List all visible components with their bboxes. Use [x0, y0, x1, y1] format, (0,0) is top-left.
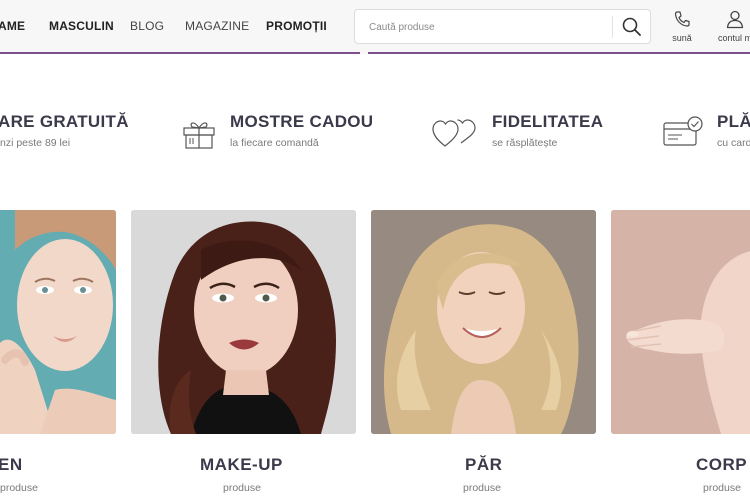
category-image-makeup[interactable]	[131, 210, 356, 434]
category-image-hair[interactable]	[371, 210, 596, 434]
phone-icon	[674, 11, 690, 27]
benefit-free-shipping: ARE GRATUITĂ nzi peste 89 lei	[0, 112, 140, 152]
card-icon	[663, 116, 703, 146]
benefit-title: ARE GRATUITĂ	[0, 112, 129, 131]
benefit-payment: PLĂ cu card	[660, 112, 750, 152]
search-button[interactable]	[617, 14, 647, 40]
category-subtitle-skincare: produse	[0, 482, 38, 494]
search-input[interactable]	[369, 19, 609, 35]
search-box	[354, 9, 651, 44]
category-image-skincare[interactable]	[0, 210, 116, 434]
call-label: sună	[672, 33, 692, 43]
benefit-gift-samples: MOSTRE CADOU la fiecare comandă	[180, 112, 380, 152]
hearts-icon	[432, 119, 476, 147]
search-underline	[368, 52, 750, 54]
benefit-title: FIDELITATEA	[492, 112, 604, 131]
site-header: AME MASCULIN BLOG MAGAZINE PROMOȚII sună…	[0, 0, 750, 54]
category-subtitle-body: produse	[703, 482, 741, 494]
gift-icon	[183, 122, 215, 149]
benefit-subtitle: cu card	[717, 137, 750, 149]
user-icon	[726, 10, 744, 29]
hair-photo	[371, 210, 596, 434]
category-image-body[interactable]	[611, 210, 750, 434]
call-link[interactable]: sună	[660, 9, 704, 47]
search-icon	[622, 17, 641, 36]
category-title-body[interactable]: CORP	[696, 455, 747, 475]
makeup-photo	[131, 210, 356, 434]
nav-item-masculin[interactable]: MASCULIN	[49, 19, 114, 33]
category-subtitle-hair: produse	[463, 482, 501, 494]
nav-item-promotii[interactable]: PROMOȚII	[266, 19, 327, 33]
nav-item-magazine[interactable]: MAGAZINE	[185, 19, 249, 33]
category-subtitle-makeup: produse	[223, 482, 261, 494]
category-title-makeup[interactable]: MAKE-UP	[200, 455, 283, 475]
nav-underline	[0, 52, 360, 54]
account-link[interactable]: contul m	[710, 9, 750, 47]
benefit-subtitle: la fiecare comandă	[230, 137, 319, 149]
category-title-hair[interactable]: PĂR	[465, 455, 502, 475]
benefit-title: PLĂ	[717, 112, 750, 131]
skincare-photo	[0, 210, 116, 434]
nav-item-blog[interactable]: BLOG	[130, 19, 164, 33]
nav-item-ame[interactable]: AME	[0, 19, 25, 33]
category-title-skincare[interactable]: EN	[0, 455, 23, 475]
benefit-subtitle: se răsplătește	[492, 137, 558, 149]
body-photo	[611, 210, 750, 434]
benefit-subtitle: nzi peste 89 lei	[0, 137, 71, 149]
search-divider	[612, 16, 613, 38]
account-label: contul m	[717, 33, 750, 43]
benefit-title: MOSTRE CADOU	[230, 112, 374, 131]
benefit-loyalty: FIDELITATEA se răsplătește	[430, 112, 620, 152]
